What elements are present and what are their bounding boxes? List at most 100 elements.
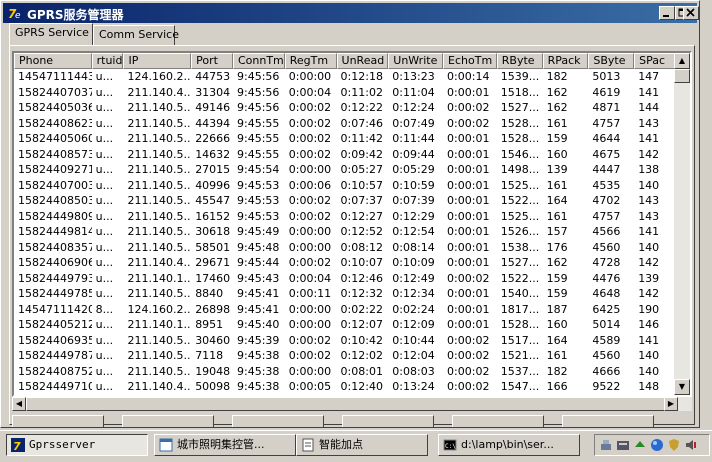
column-header[interactable]: RPack bbox=[542, 53, 589, 69]
table-row[interactable]: 15824409271 u... 211.140.5... 27015 9:45:54 0… bbox=[14, 162, 676, 178]
task-console[interactable]: C:\ d:\lamp\bin\ser... bbox=[438, 434, 580, 456]
table-row[interactable]: 15824449710 u... 211.140.4... 50098 9:45:38 0… bbox=[14, 379, 676, 395]
column-header[interactable]: SPac bbox=[634, 53, 676, 69]
bottom-button-5[interactable] bbox=[452, 415, 544, 427]
network-icon[interactable] bbox=[599, 438, 613, 452]
table-cell: 4560 bbox=[592, 240, 621, 254]
table-row[interactable]: 15824405060 u... 211.140.5... 22666 9:45:55 0… bbox=[14, 131, 676, 147]
table-row[interactable]: 15824408623 u... 211.140.5... 44394 9:45:55 0… bbox=[14, 116, 676, 132]
column-header[interactable]: Phone bbox=[14, 53, 92, 69]
table-cell: 0:12:34 bbox=[392, 287, 435, 300]
bottom-button-4[interactable] bbox=[342, 415, 434, 427]
table-cell: 211.140.5... bbox=[127, 240, 192, 254]
table-cell: 9:45:44 bbox=[237, 256, 280, 269]
bottom-button-3[interactable] bbox=[232, 415, 324, 427]
task-smart-add-point[interactable]: 智能加点 bbox=[296, 434, 428, 456]
volume-icon[interactable] bbox=[684, 438, 698, 452]
column-header[interactable]: EchoTm bbox=[443, 53, 497, 69]
column-header[interactable]: ConnTm bbox=[232, 53, 285, 69]
column-header[interactable]: SByte bbox=[588, 53, 635, 69]
title-bar[interactable]: 7 e GPRS服务管理器 bbox=[3, 3, 699, 23]
server-icon[interactable] bbox=[616, 438, 630, 452]
task-gprsserver[interactable]: 7 Gprsserver bbox=[6, 434, 148, 456]
table-row[interactable]: 15824408752 u... 211.140.5... 19048 9:45:38 0… bbox=[14, 364, 676, 380]
svg-text:e: e bbox=[15, 11, 21, 21]
column-header[interactable]: RByte bbox=[496, 53, 543, 69]
table-cell: 0:12:54 bbox=[392, 225, 435, 238]
table-cell: 162 bbox=[546, 101, 568, 114]
table-cell: 4666 bbox=[592, 364, 621, 378]
close-button[interactable] bbox=[683, 6, 699, 20]
table-cell: 138 bbox=[638, 163, 660, 176]
vertical-scrollbar[interactable]: ▲ ▼ bbox=[674, 53, 690, 395]
table-cell: 0:00:01 bbox=[447, 318, 490, 331]
table-cell: 9:45:54 bbox=[237, 163, 280, 176]
table-row[interactable]: 14547111420 8... 124.160.2... 26898 9:45:41 0… bbox=[14, 302, 676, 318]
table-row[interactable]: 15824449785 u... 211.140.5... 8840 9:45:41 0:… bbox=[14, 286, 676, 302]
table-cell: u... bbox=[95, 147, 114, 161]
table-cell: 15824406935 bbox=[18, 333, 92, 347]
table-row[interactable]: 15824406906 u... 211.140.4... 29671 9:45:44 0… bbox=[14, 255, 676, 271]
bottom-button-6[interactable] bbox=[562, 415, 654, 427]
table-cell: 141 bbox=[638, 333, 660, 347]
table-row[interactable]: 14547111443 u... 124.160.2... 44753 9:45:56 0… bbox=[14, 69, 676, 85]
column-header-row: Phone rtuid IP Port ConnTm RegTm UnRead UnWrite… bbox=[14, 53, 676, 69]
table-row[interactable]: 15824407037 u... 211.140.4... 31304 9:45:56 0… bbox=[14, 85, 676, 101]
table-row[interactable]: 15824449814 u... 211.140.5... 30618 9:45:49 0… bbox=[14, 224, 676, 240]
table-row[interactable]: 15824408357 u... 211.140.5... 58501 9:45:48 0… bbox=[14, 240, 676, 256]
column-header[interactable]: IP bbox=[123, 53, 192, 69]
table-cell: 0:00:04 bbox=[288, 271, 332, 285]
tab-comm-service[interactable]: Comm Service bbox=[93, 25, 179, 45]
window-app-icon bbox=[159, 438, 173, 452]
column-header[interactable]: UnRead bbox=[336, 53, 389, 69]
column-header[interactable]: UnWrite bbox=[388, 53, 444, 69]
table-cell: 0:00:01 bbox=[447, 256, 490, 269]
table-cell: 1521... bbox=[500, 349, 540, 362]
connection-list[interactable]: Phone rtuid IP Port ConnTm RegTm UnRead UnWrite… bbox=[12, 51, 692, 397]
table-cell: 1527... bbox=[500, 101, 540, 114]
table-cell: 140 bbox=[638, 349, 660, 362]
table-row[interactable]: 15824405036 u... 211.140.5... 49146 9:45:56 0… bbox=[14, 100, 676, 116]
horizontal-scrollbar[interactable]: ◀ ▶ bbox=[12, 397, 692, 411]
table-cell: 0:00:01 bbox=[447, 147, 490, 161]
task-city-lighting[interactable]: 城市照明集控管... bbox=[154, 434, 296, 456]
table-cell: 190 bbox=[638, 302, 660, 316]
table-cell: 211.140.5... bbox=[127, 287, 192, 300]
console-icon: C:\ bbox=[443, 439, 457, 451]
globe-icon[interactable] bbox=[650, 438, 664, 452]
table-cell: 0:00:02 bbox=[447, 349, 490, 362]
table-row[interactable]: 15824449793 u... 211.140.1... 17460 9:45:43 0… bbox=[14, 271, 676, 287]
table-row[interactable]: 15824405212 u... 211.140.1... 8951 9:45:40 0:… bbox=[14, 317, 676, 333]
table-cell: 0:07:37 bbox=[340, 194, 383, 207]
bottom-button-2[interactable] bbox=[122, 415, 214, 427]
shield-icon[interactable] bbox=[667, 438, 681, 452]
scroll-down-button[interactable]: ▼ bbox=[674, 379, 690, 395]
tab-gprs-service[interactable]: GPRS Service bbox=[9, 23, 93, 45]
table-row[interactable]: 15824407003 u... 211.140.5... 40996 9:45:53 0… bbox=[14, 178, 676, 194]
column-header[interactable]: Port bbox=[191, 53, 233, 69]
table-row[interactable]: 15824449787 u... 211.140.5... 7118 9:45:38 0:… bbox=[14, 348, 676, 364]
table-row[interactable]: 15824449809 u... 211.140.5... 16152 9:45:53 0… bbox=[14, 209, 676, 225]
arrow-icon[interactable] bbox=[633, 438, 647, 452]
table-cell: 19048 bbox=[195, 364, 231, 378]
scroll-thumb[interactable] bbox=[674, 69, 690, 83]
column-header[interactable]: RegTm bbox=[284, 53, 337, 69]
scroll-left-button[interactable]: ◀ bbox=[12, 397, 26, 411]
table-cell: u... bbox=[95, 287, 114, 300]
horizontal-scroll-thumb[interactable] bbox=[26, 397, 666, 411]
column-header[interactable]: rtuid bbox=[91, 53, 124, 69]
document-icon bbox=[302, 438, 314, 452]
table-cell: 1817... bbox=[500, 302, 540, 316]
table-cell: 0:12:07 bbox=[340, 318, 383, 331]
scroll-up-button[interactable]: ▲ bbox=[674, 53, 690, 69]
table-row[interactable]: 15824408573 u... 211.140.5... 14632 9:45:55 0… bbox=[14, 147, 676, 163]
app-icon: 7 e bbox=[7, 5, 23, 21]
scroll-right-button[interactable]: ▶ bbox=[664, 397, 678, 411]
table-cell: u... bbox=[95, 132, 114, 145]
table-cell: 1522... bbox=[500, 271, 540, 285]
table-cell: 164 bbox=[546, 194, 568, 207]
bottom-button-1[interactable] bbox=[12, 415, 104, 427]
minimize-button[interactable] bbox=[659, 6, 675, 20]
table-row[interactable]: 15824406935 u... 211.140.5... 30460 9:45:39 0… bbox=[14, 333, 676, 349]
table-row[interactable]: 15824408503 u... 211.140.5... 45547 9:45:53 0… bbox=[14, 193, 676, 209]
